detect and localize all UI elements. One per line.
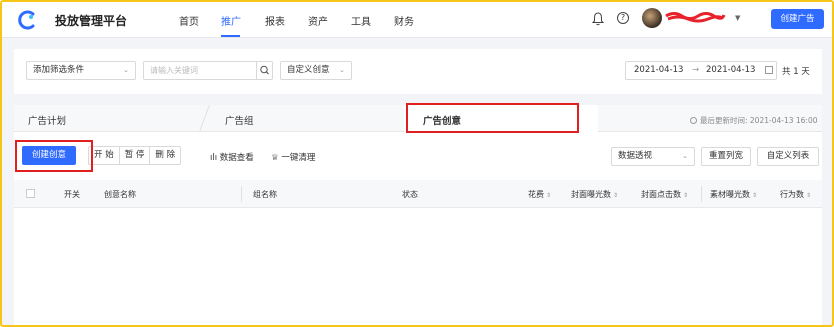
data-pivot-select[interactable]: 数据透视 ⌄: [611, 147, 695, 166]
chart-icon: ılı: [210, 153, 218, 163]
nav-tools[interactable]: 工具: [351, 13, 371, 28]
one-click-clean-button[interactable]: ♕ 一键清理: [271, 151, 315, 163]
custom-columns-button[interactable]: 自定义列表: [757, 147, 819, 166]
column-header[interactable]: 开关: [64, 189, 80, 200]
content-panel: 广告计划 广告组 广告创意 最后更新时间: 2021-04-13 16:00 创…: [14, 103, 822, 325]
data-view-label: 数据查看: [219, 153, 254, 163]
pause-button[interactable]: 暂 停: [120, 147, 151, 164]
last-updated-text: 最后更新时间: 2021-04-13 16:00: [700, 116, 818, 125]
highlight-box-create: [15, 140, 93, 172]
create-ad-button[interactable]: 创建广告: [771, 9, 824, 29]
chevron-down-icon: ⌄: [123, 66, 129, 74]
reset-columns-button[interactable]: 重置列宽: [701, 147, 751, 166]
sort-icon: ⇕: [613, 192, 619, 199]
nav-promotion[interactable]: 推广: [221, 13, 241, 28]
column-header[interactable]: 封面曝光数 ⇕: [571, 189, 618, 200]
chevron-down-icon: ⌄: [339, 66, 345, 74]
custom-creative-label: 自定义创意: [287, 65, 330, 75]
date-start: 2021-04-13: [634, 65, 684, 75]
custom-creative-select[interactable]: 自定义创意 ⌄: [280, 61, 352, 80]
column-divider[interactable]: [241, 186, 242, 202]
app-title: 投放管理平台: [55, 14, 128, 28]
logo-icon: [18, 10, 35, 30]
broom-icon: ♕: [271, 153, 279, 163]
column-header[interactable]: 状态: [402, 189, 418, 200]
nav-assets[interactable]: 资产: [308, 13, 328, 28]
add-filter-label: 添加筛选条件: [33, 65, 85, 75]
date-arrow: →: [692, 65, 700, 75]
tab-ad-group[interactable]: 广告组: [225, 113, 254, 127]
data-view-button[interactable]: ılı 数据查看: [210, 151, 254, 163]
column-header[interactable]: 花费 ⇕: [528, 189, 551, 200]
one-click-clean-label: 一键清理: [281, 153, 316, 163]
date-end: 2021-04-13: [706, 65, 756, 75]
nav-home[interactable]: 首页: [179, 13, 199, 28]
sort-icon: ⇕: [806, 192, 812, 199]
tab-divider: [199, 105, 210, 132]
column-header[interactable]: 行为数 ⇕: [780, 189, 811, 200]
top-nav: 投放管理平台 首页 推广 报表 资产 工具 财务 ? ▼ 创建广告: [2, 2, 832, 38]
nav-finance[interactable]: 财务: [394, 13, 414, 28]
chevron-down-icon[interactable]: ▼: [735, 14, 740, 22]
avatar[interactable]: [642, 8, 662, 28]
help-icon[interactable]: ?: [617, 12, 629, 24]
delete-button[interactable]: 删 除: [150, 147, 180, 164]
search-button[interactable]: [256, 61, 273, 80]
search-icon: [260, 65, 269, 75]
search-input[interactable]: [143, 61, 257, 80]
column-divider[interactable]: [701, 186, 702, 202]
bell-icon[interactable]: [592, 12, 604, 26]
select-all-checkbox[interactable]: [26, 189, 35, 198]
table-header: 开关 创意名称 组名称 状态 花费 ⇕ 封面曝光数 ⇕ 封面点击数 ⇕ 素材曝光数 ⇕ …: [14, 180, 822, 208]
highlight-box-tab: [406, 103, 579, 133]
status-button-group: 开 始 暂 停 删 除: [88, 146, 182, 165]
sort-icon: ⇕: [683, 192, 689, 199]
sort-icon: ⇕: [546, 192, 552, 199]
column-header[interactable]: 封面点击数 ⇕: [641, 189, 688, 200]
redacted-username: [665, 12, 726, 23]
column-header[interactable]: 组名称: [253, 189, 277, 200]
tab-ad-plan[interactable]: 广告计划: [28, 113, 66, 127]
toolbar: 创建创意 开 始 暂 停 删 除 ılı 数据查看 ♕ 一键清理 数据透视 ⌄ …: [14, 141, 822, 171]
day-count: 共 1 天: [782, 67, 810, 77]
column-header[interactable]: 素材曝光数 ⇕: [710, 189, 757, 200]
filter-bar: 添加筛选条件 ⌄ 自定义创意 ⌄ 2021-04-13 → 2021-04-13…: [14, 49, 822, 94]
start-button[interactable]: 开 始: [89, 147, 120, 164]
column-header[interactable]: 创意名称: [104, 189, 136, 200]
add-filter-select[interactable]: 添加筛选条件 ⌄: [26, 61, 136, 80]
clock-icon: [690, 117, 697, 124]
sort-icon: ⇕: [752, 192, 758, 199]
chevron-down-icon: ⌄: [682, 152, 688, 160]
nav-active-indicator: [221, 35, 240, 37]
nav-reports[interactable]: 报表: [265, 13, 285, 28]
app-frame: 投放管理平台 首页 推广 报表 资产 工具 财务 ? ▼ 创建广告 添加筛选条件…: [0, 0, 834, 327]
calendar-icon: [765, 66, 773, 74]
date-range-picker[interactable]: 2021-04-13 → 2021-04-13: [625, 61, 777, 80]
data-pivot-label: 数据透视: [618, 151, 653, 161]
last-updated: 最后更新时间: 2021-04-13 16:00: [690, 115, 818, 126]
